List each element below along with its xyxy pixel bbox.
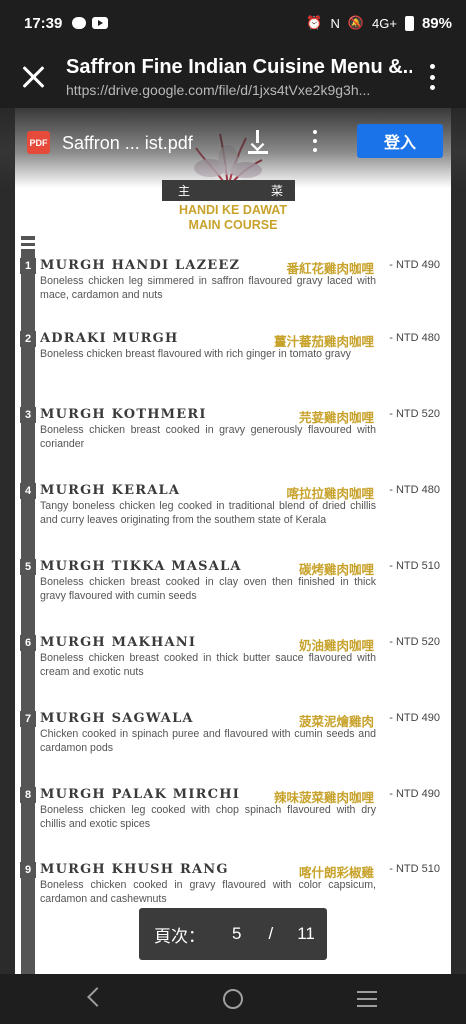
item-description: Boneless chicken leg simmered in saffron… [40,275,376,301]
item-description: Boneless chicken leg cooked with chop sp… [40,804,376,830]
item-price: - NTD 480 [389,332,440,344]
item-name: MURGH MAKHANI [40,635,197,650]
recents-icon[interactable] [357,991,377,1007]
page-label: 頁次： [154,926,205,946]
section-title-1: HANDI KE DAWAT [178,203,288,217]
line-app-icon [72,17,87,29]
pdf-document[interactable]: PDF Saffron ... ist.pdf 登入 主 菜 HANDI KE … [0,108,466,974]
battery-percent: 89% [421,14,452,32]
page-title: Saffron Fine Indian Cuisine Menu &... [66,56,412,78]
item-price: - NTD 490 [389,788,440,800]
page-current: 5 [232,924,242,943]
item-number: 7 [20,711,36,727]
page-indicator: 頁次： 5 / 11 [139,908,327,960]
viewer-toolbar: PDF Saffron ... ist.pdf 登入 [0,108,466,188]
item-number: 3 [20,407,36,423]
item-description: Boneless chicken breast cooked in clay o… [40,576,376,602]
item-name: MURGH PALAK MIRCHI [40,787,240,802]
youtube-icon [92,17,109,29]
page-separator: / [268,924,274,943]
page-total: 11 [297,924,315,943]
app-bar: Saffron Fine Indian Cuisine Menu &... ht… [0,46,466,108]
pdf-icon: PDF [27,131,50,154]
banner-left-char: 主 [178,184,191,198]
item-number: 4 [20,483,36,499]
item-number: 1 [20,258,36,274]
item-price: - NTD 510 [389,560,440,572]
banner-right-char: 菜 [270,184,283,198]
status-right: ⏰ N 🔕 4G+ 89% [306,15,452,32]
login-button[interactable]: 登入 [357,124,443,158]
close-icon[interactable] [18,62,48,92]
item-price: - NTD 490 [389,259,440,271]
more-vert-icon[interactable] [422,62,442,92]
page-edge-left [0,108,15,974]
item-description: Tangy boneless chicken leg cooked in tra… [40,500,376,526]
item-number: 2 [20,331,36,347]
section-title-2: MAIN COURSE [188,218,278,232]
item-price: - NTD 490 [389,712,440,724]
system-nav-bar [0,974,466,1024]
item-name: MURGH SAGWALA [40,711,194,726]
nfc-icon: N [330,15,340,31]
item-price: - NTD 520 [389,408,440,420]
item-price: - NTD 510 [389,863,440,875]
network-type: 4G+ [372,15,397,31]
alarm-icon: ⏰ [306,15,323,30]
item-name: MURGH KOTHMERI [40,407,207,422]
page-edge-right [451,108,466,974]
item-name: MURGH KERALA [40,483,181,498]
item-description: Boneless chicken breast cooked in gravy … [40,424,376,450]
item-description: Boneless chicken breast cooked in thick … [40,652,376,678]
status-bar: 17:39 ⏰ N 🔕 4G+ 89% [0,0,466,46]
section-banner: 主 菜 [162,180,295,201]
pdf-file-name: Saffron ... ist.pdf [62,133,193,153]
item-number: 9 [20,862,36,878]
item-price: - NTD 520 [389,636,440,648]
item-price: - NTD 480 [389,484,440,496]
mute-icon: 🔕 [347,15,365,30]
status-time: 17:39 [24,14,63,32]
item-number: 5 [20,559,36,575]
item-name: ADRAKI MURGH [40,331,179,346]
item-name: MURGH TIKKA MASALA [40,559,242,574]
item-number: 8 [20,787,36,803]
item-description: Boneless chicken cooked in gravy flavour… [40,879,376,905]
home-icon[interactable] [223,989,243,1009]
item-description: Chicken cooked in spinach puree and flav… [40,728,376,754]
item-name: MURGH HANDI LAZEEZ [40,258,241,273]
battery-icon [404,15,414,31]
doc-more-icon[interactable] [310,130,320,152]
item-description: Boneless chicken breast flavoured with r… [40,348,351,360]
download-icon[interactable] [246,128,270,154]
item-number: 6 [20,635,36,651]
back-icon[interactable] [87,987,107,1007]
item-name: MURGH KHUSH RANG [40,862,229,877]
page-url: https://drive.google.com/file/d/1jxs4tVx… [66,82,371,98]
